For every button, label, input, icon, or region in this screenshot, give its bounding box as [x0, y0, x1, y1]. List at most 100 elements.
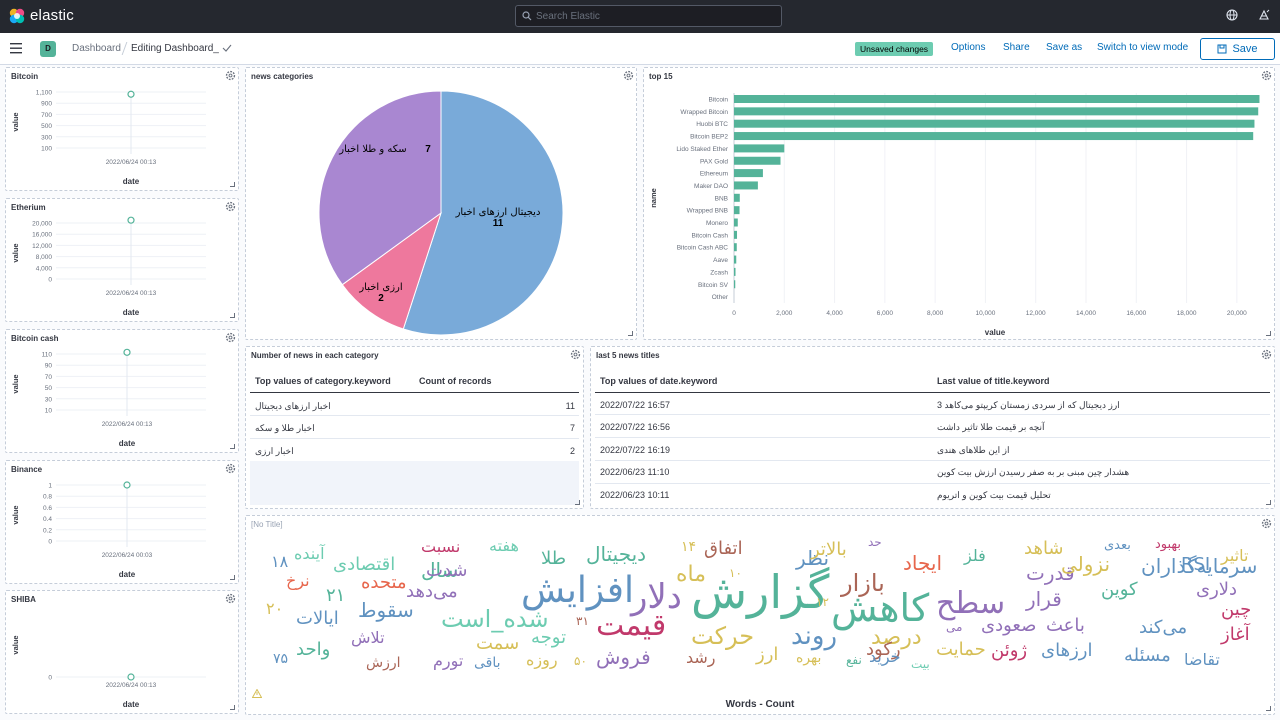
word-cloud-word[interactable]: صعودی	[981, 617, 1036, 635]
data-point[interactable]	[123, 481, 131, 489]
column-header-count[interactable]: Count of records	[419, 376, 492, 386]
word-cloud-word[interactable]: افزایش	[521, 573, 634, 609]
word-cloud-word[interactable]: ۱۴	[681, 540, 696, 554]
share-link[interactable]: Share	[1003, 42, 1030, 53]
word-cloud-word[interactable]: ماه	[676, 564, 706, 586]
bar[interactable]	[734, 181, 758, 190]
word-cloud-word[interactable]: بهبود	[1155, 538, 1181, 551]
word-cloud-word[interactable]: ۱۲	[816, 596, 829, 608]
switch-view-mode-link[interactable]: Switch to view mode	[1097, 42, 1188, 53]
word-cloud-word[interactable]: ارز	[756, 646, 778, 664]
word-cloud-word[interactable]: رشد	[686, 650, 716, 666]
word-cloud-word[interactable]: می‌دهد	[406, 583, 458, 601]
bar[interactable]	[734, 218, 738, 227]
word-cloud-word[interactable]: بهره	[796, 651, 821, 665]
word-cloud-word[interactable]: تاثیر	[1221, 548, 1248, 564]
word-cloud-word[interactable]: باقی	[474, 656, 501, 670]
word-cloud-word[interactable]: تلاش	[351, 630, 385, 646]
elastic-logo-icon[interactable]	[8, 7, 26, 25]
bar[interactable]	[734, 156, 781, 165]
word-cloud-word[interactable]: حد	[868, 536, 882, 548]
bar[interactable]	[734, 255, 737, 264]
menu-icon[interactable]	[10, 43, 22, 54]
word-cloud-word[interactable]: قیمت	[596, 611, 666, 641]
word-cloud-word[interactable]: گزارش	[691, 569, 829, 615]
resize-handle[interactable]	[628, 331, 633, 336]
word-cloud-word[interactable]: تورم	[433, 653, 463, 669]
word-cloud-word[interactable]: باعث	[1046, 617, 1085, 635]
word-cloud-word[interactable]: RSI	[1181, 556, 1210, 574]
data-point[interactable]	[123, 348, 131, 356]
word-cloud-word[interactable]: ارزش	[366, 656, 401, 670]
word-cloud-word[interactable]: ژوئن	[991, 642, 1027, 660]
resize-handle[interactable]	[575, 500, 580, 505]
bar[interactable]	[734, 267, 736, 276]
column-header-date[interactable]: Top values of date.keyword	[600, 376, 717, 386]
word-cloud-word[interactable]: ۷۵	[273, 652, 288, 666]
bar[interactable]	[734, 280, 736, 289]
bar[interactable]	[734, 144, 785, 153]
word-cloud-word[interactable]: حمایت	[936, 641, 986, 659]
word-cloud-word[interactable]: کوین	[1101, 581, 1138, 599]
word-cloud-word[interactable]: ۳۱	[576, 615, 589, 627]
warning-icon[interactable]	[252, 689, 262, 698]
word-cloud-word[interactable]: آینده	[294, 546, 325, 562]
word-cloud-word[interactable]: شدت	[426, 562, 467, 580]
word-cloud-word[interactable]: متحده	[361, 574, 407, 592]
column-header-category[interactable]: Top values of category.keyword	[255, 376, 391, 386]
options-link[interactable]: Options	[951, 42, 985, 53]
word-cloud-word[interactable]: ۵۰	[574, 655, 587, 667]
word-cloud-word[interactable]: ایالات	[296, 610, 339, 628]
word-cloud-word[interactable]: ارزهای	[1041, 642, 1092, 660]
word-cloud-word[interactable]: می‌کند	[1139, 619, 1187, 637]
word-cloud-word[interactable]: مسئله	[1124, 647, 1171, 665]
newsfeed-icon[interactable]	[1258, 9, 1270, 21]
word-cloud-word[interactable]: سمت	[476, 635, 519, 653]
word-cloud-word[interactable]: نزولی	[1061, 554, 1110, 574]
breadcrumb-dashboard[interactable]: Dashboard	[72, 43, 121, 54]
word-cloud-word[interactable]: فلز	[964, 548, 986, 564]
help-globe-icon[interactable]	[1226, 9, 1238, 21]
word-cloud-word[interactable]: توجه	[531, 629, 566, 647]
save-button[interactable]: Save	[1200, 38, 1275, 60]
word-cloud-word[interactable]: دلاری	[1196, 581, 1237, 599]
word-cloud-word[interactable]: ایجاد	[903, 553, 942, 573]
column-header-title[interactable]: Last value of title.keyword	[937, 376, 1050, 386]
bar[interactable]	[734, 95, 1260, 103]
save-as-link[interactable]: Save as	[1046, 42, 1082, 53]
bar[interactable]	[734, 243, 737, 252]
word-cloud-word[interactable]: دیجیتال	[586, 544, 646, 564]
resize-handle[interactable]	[1266, 706, 1271, 711]
bar[interactable]	[734, 119, 1255, 128]
word-cloud-word[interactable]: فروش	[596, 647, 651, 667]
bar[interactable]	[734, 206, 740, 215]
word-cloud-word[interactable]: ۱۰	[729, 567, 742, 579]
word-cloud-word[interactable]: خرید	[869, 649, 901, 665]
word-cloud-word[interactable]: نسبت	[421, 539, 460, 555]
space-avatar[interactable]: D	[40, 41, 56, 57]
bar[interactable]	[734, 132, 1254, 141]
word-cloud-word[interactable]: ۲۱	[326, 587, 345, 605]
word-cloud-word[interactable]: چین	[1221, 601, 1251, 619]
resize-handle[interactable]	[1266, 500, 1271, 505]
word-cloud-word[interactable]: حرکت	[691, 624, 754, 648]
word-cloud-word[interactable]: اتفاق	[704, 540, 743, 558]
word-cloud-word[interactable]: بیت	[911, 658, 930, 670]
global-search[interactable]	[515, 5, 782, 27]
word-cloud-word[interactable]: نفع	[846, 654, 862, 666]
bar[interactable]	[734, 230, 738, 239]
word-cloud-word[interactable]: تقاضا	[1184, 652, 1220, 668]
word-cloud-word[interactable]: روزه	[526, 652, 558, 668]
word-cloud-word[interactable]: روند	[791, 623, 837, 649]
bar[interactable]	[734, 107, 1259, 116]
bar[interactable]	[734, 169, 763, 178]
word-cloud-word[interactable]: ۲۰	[266, 601, 283, 617]
word-cloud-word[interactable]: بعدی	[1104, 539, 1131, 552]
word-cloud-word[interactable]: واحد	[296, 641, 330, 659]
resize-handle[interactable]	[1266, 331, 1271, 336]
word-cloud-word[interactable]: نرخ	[286, 573, 310, 589]
word-cloud-word[interactable]: می	[946, 621, 962, 633]
data-point[interactable]	[127, 90, 135, 98]
word-cloud-word[interactable]: قرار	[1026, 589, 1062, 609]
bar[interactable]	[734, 193, 740, 202]
